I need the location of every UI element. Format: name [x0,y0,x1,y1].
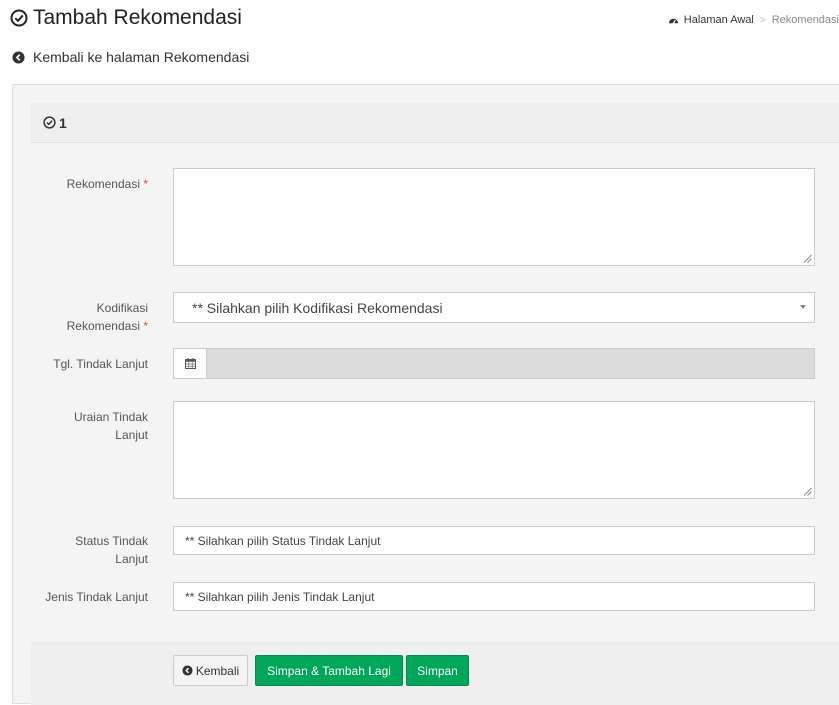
save-button-label: Simpan [417,663,458,678]
jenis-selected-value: ** Silahkan pilih Jenis Tindak Lanjut [185,589,375,604]
resize-grip-icon[interactable] [803,487,812,496]
check-circle-icon [43,116,56,129]
uraian-tindak-lanjut-textarea[interactable] [173,401,815,499]
jenis-tindak-lanjut-select[interactable]: ** Silahkan pilih Jenis Tindak Lanjut [173,582,815,611]
dashboard-icon [668,18,678,24]
rekomendasi-label-text: Rekomendasi [66,177,140,191]
breadcrumb-current: Rekomendasi [771,14,839,26]
back-button-label: Kembali [195,663,240,678]
tgl-tindak-lanjut-label: Tgl. Tindak Lanjut [53,357,148,371]
uraian-label-line1: Uraian Tindak [73,410,148,424]
status-tindak-lanjut-label: Status Tindak Lanjut [27,532,148,568]
form-panel: 1 Rekomendasi * Kodifikasi Rekomendasi *… [12,84,839,705]
status-selected-value: ** Silahkan pilih Status Tindak Lanjut [185,533,381,548]
kodifikasi-label: Kodifikasi Rekomendasi * [27,299,148,335]
tgl-tindak-lanjut-input[interactable] [207,349,814,378]
save-and-add-button[interactable]: Simpan & Tambah Lagi [255,655,403,686]
save-and-add-label: Simpan & Tambah Lagi [267,663,391,678]
page-header: Tambah Rekomendasi Halaman Awal > Rekome… [10,6,839,34]
page-title: Tambah Rekomendasi [10,6,242,30]
chevron-circle-left-icon [182,665,193,676]
date-addon[interactable] [174,349,207,378]
rekomendasi-label: Rekomendasi * [27,175,148,193]
section-header: 1 [31,103,839,143]
back-link-label: Kembali ke halaman Rekomendasi [33,49,250,65]
check-circle-icon [10,9,28,27]
status-label-line1: Status Tindak [75,534,148,548]
tgl-tindak-lanjut-field[interactable] [173,348,815,379]
page-title-text: Tambah Rekomendasi [33,6,242,29]
kodifikasi-select[interactable]: ** Silahkan pilih Kodifikasi Rekomendasi [173,292,815,323]
back-to-rekomendasi-link[interactable]: Kembali ke halaman Rekomendasi [12,49,249,65]
resize-grip-icon[interactable] [803,254,812,263]
kodifikasi-label-line2: Rekomendasi [66,319,140,333]
back-button[interactable]: Kembali [173,655,248,686]
save-button[interactable]: Simpan [406,655,469,686]
kodifikasi-selected-value: ** Silahkan pilih Kodifikasi Rekomendasi [192,299,443,316]
breadcrumb-home-link[interactable]: Halaman Awal [684,14,754,26]
required-mark: * [143,177,148,191]
status-tindak-lanjut-select[interactable]: ** Silahkan pilih Status Tindak Lanjut [173,526,815,555]
breadcrumb-separator: > [759,14,766,26]
rekomendasi-textarea[interactable] [173,168,815,266]
breadcrumb: Halaman Awal > Rekomendasi [668,14,839,26]
jenis-tindak-lanjut-label: Jenis Tindak Lanjut [45,590,148,604]
uraian-label-line2: Lanjut [115,428,148,442]
section-title: 1 [59,114,67,131]
calendar-icon [184,358,196,369]
dropdown-caret-icon [800,305,806,309]
required-mark: * [143,319,148,333]
kodifikasi-label-line1: Kodifikasi [96,301,148,315]
uraian-tindak-lanjut-label: Uraian Tindak Lanjut [27,408,148,444]
status-label-line2: Lanjut [115,552,148,566]
chevron-circle-left-icon [12,50,25,64]
